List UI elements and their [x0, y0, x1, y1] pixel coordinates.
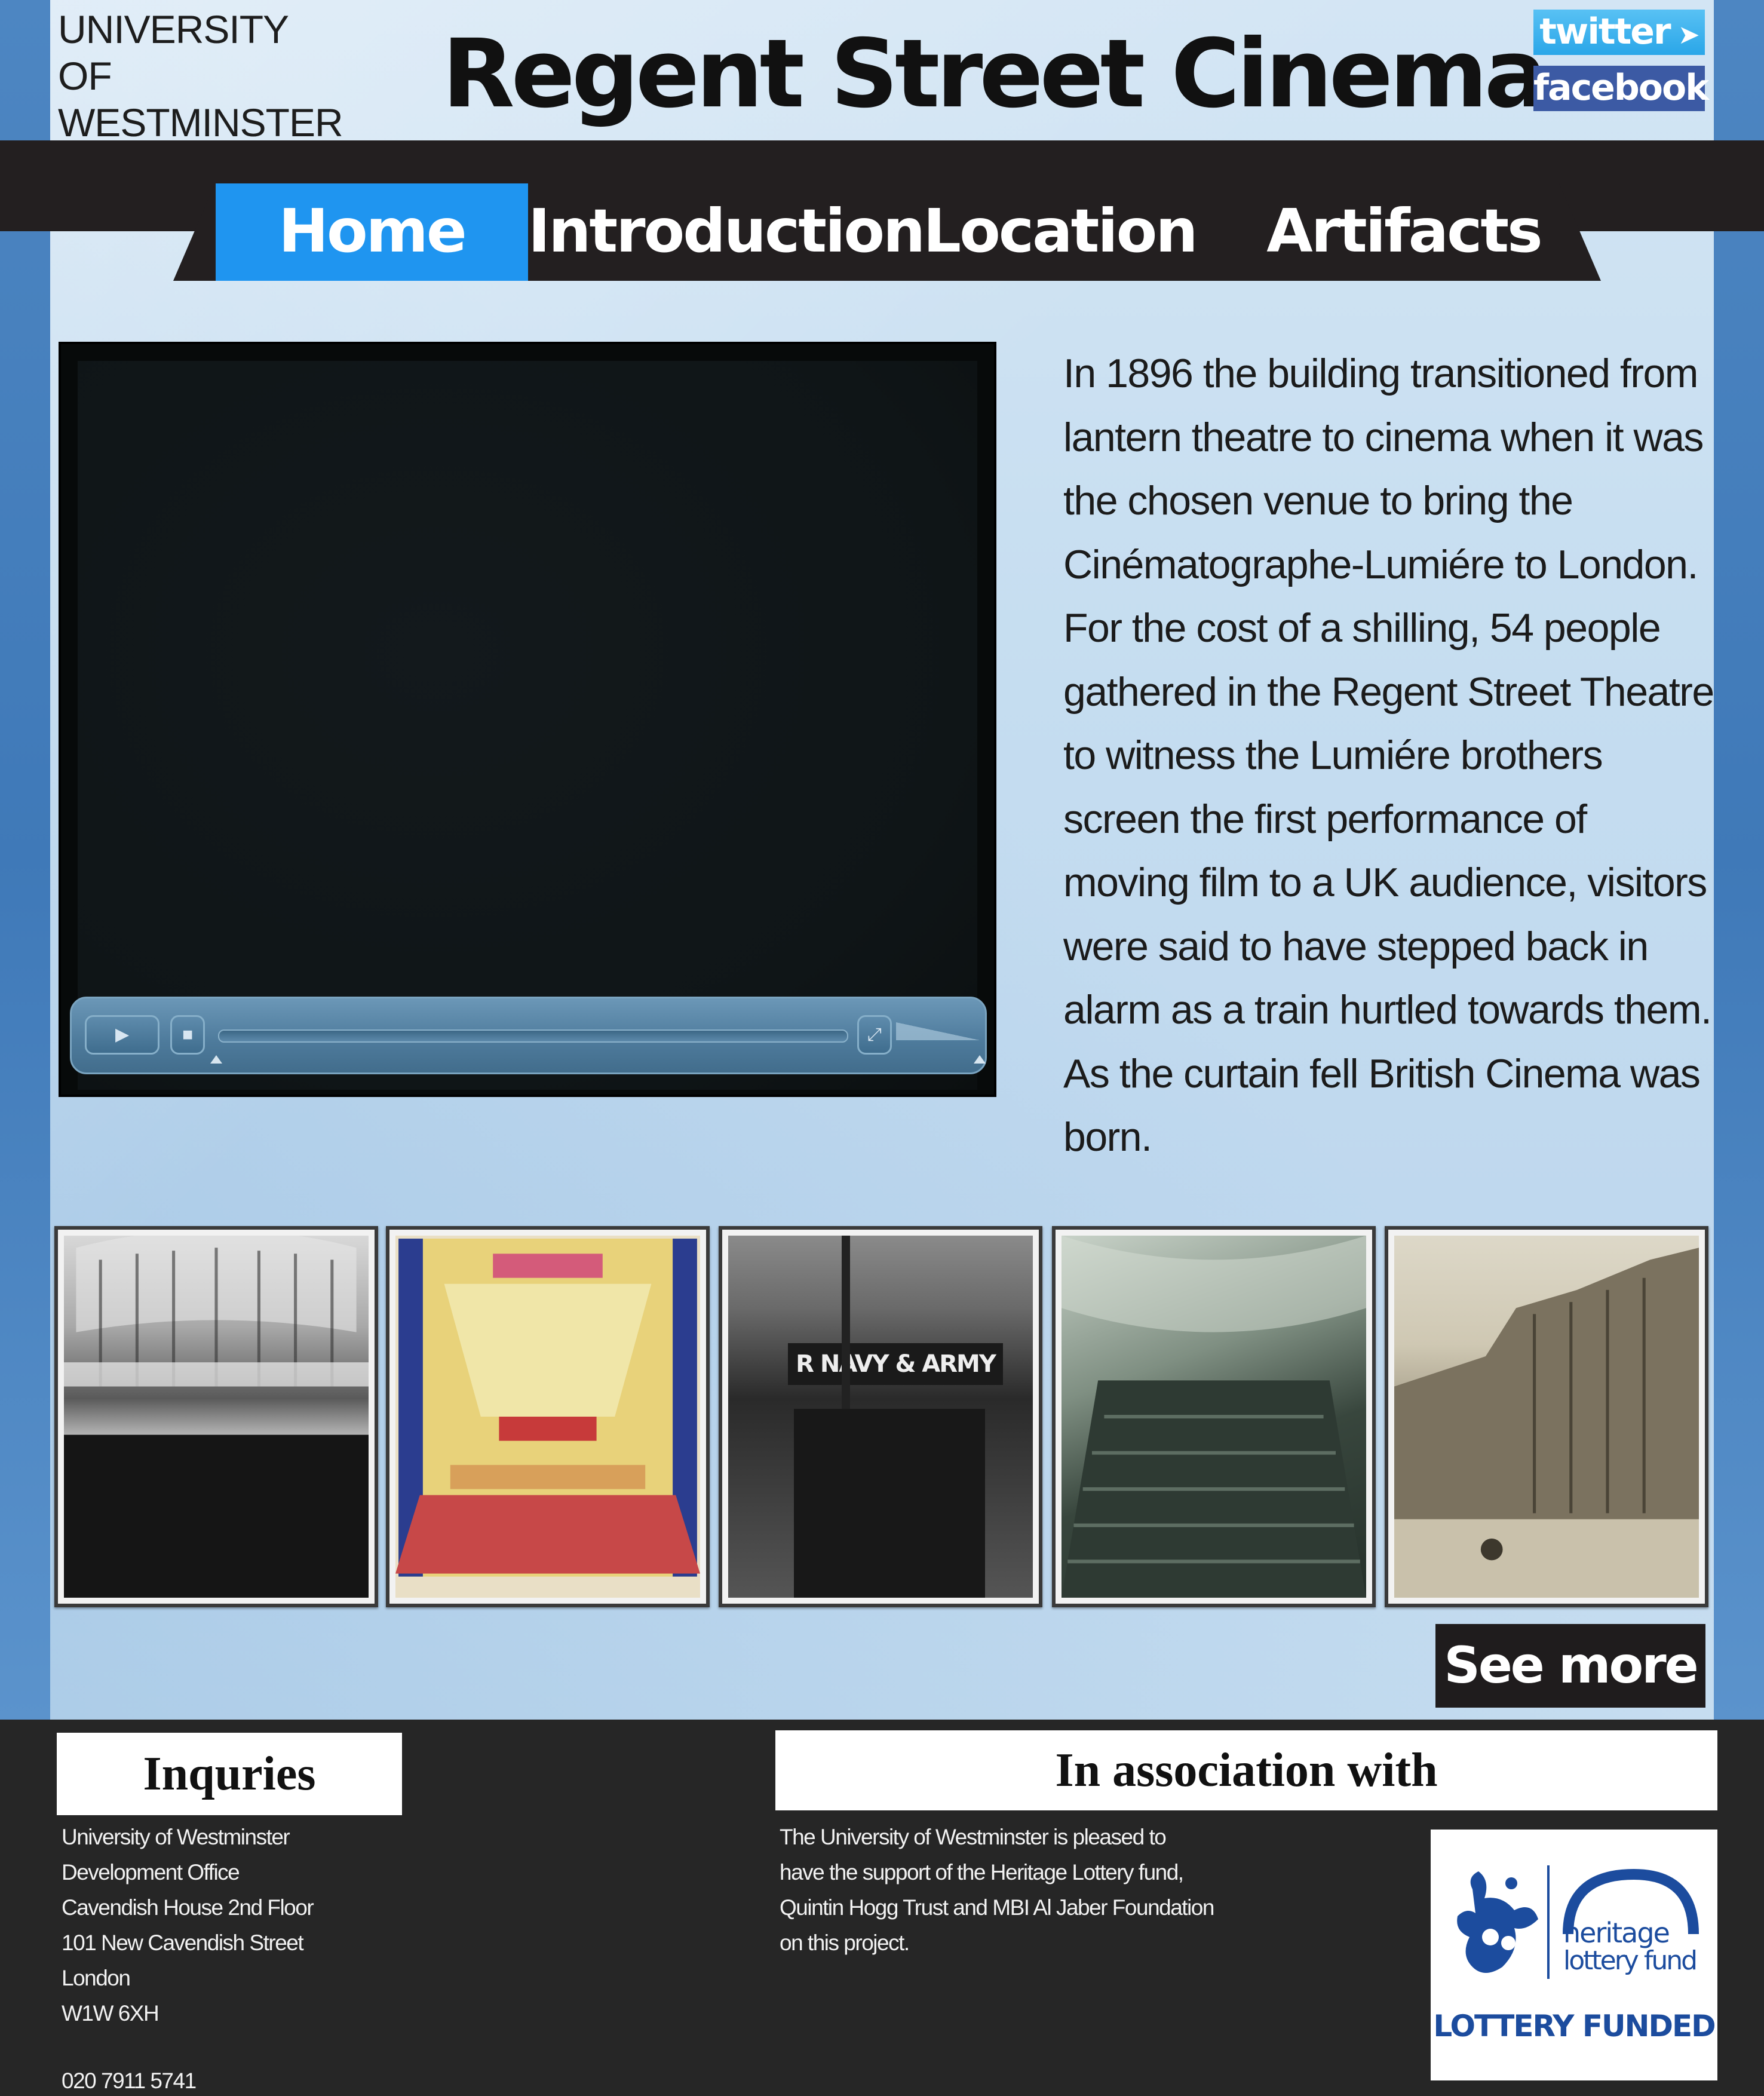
association-text: The University of Westminster is pleased…: [780, 1819, 1407, 1960]
right-border: [1714, 0, 1764, 1720]
photo-image: R NAVY & ARMY: [728, 1236, 1033, 1598]
intro-line: For the cost of a shilling, 54 people: [1063, 605, 1661, 651]
video-screen[interactable]: [78, 361, 977, 1090]
nav-artifacts[interactable]: Artifacts: [1221, 183, 1587, 281]
hlf-word-heritage: heritage: [1563, 1917, 1670, 1949]
illustration-image: [395, 1236, 700, 1598]
association-line: The University of Westminster is pleased…: [780, 1825, 1167, 1849]
play-button[interactable]: ▶: [85, 1015, 159, 1055]
inquiries-title: Inquries: [57, 1733, 402, 1815]
stop-icon: ■: [182, 1025, 194, 1044]
intro-line: Cinématographe-Lumiére to London.: [1063, 541, 1698, 587]
intro-line: were said to have stepped back in: [1063, 923, 1649, 969]
lottery-hand-icon: [1457, 1871, 1538, 1973]
photo-image: [1062, 1236, 1366, 1598]
gallery-photo-navy-army-entrance[interactable]: R NAVY & ARMY: [719, 1226, 1042, 1607]
navy-army-sign: R NAVY & ARMY: [788, 1343, 1003, 1385]
video-controls: ▶ ■ ⤢: [70, 997, 987, 1074]
intro-line: As the curtain fell British Cinema was: [1063, 1050, 1701, 1096]
intro-line: moving film to a UK audience, visitors: [1063, 860, 1707, 905]
volume-marker-icon: [974, 1055, 986, 1064]
address-line: Cavendish House 2nd Floor: [62, 1895, 314, 1920]
photo-image: [1394, 1236, 1699, 1598]
nav-introduction[interactable]: Introduction: [528, 183, 925, 281]
hlf-lottery-funded: LOTTERY FUNDED: [1433, 2009, 1716, 2043]
site-title: Regent Street Cinema: [442, 19, 1548, 129]
hlf-word-lottery-fund: lottery fund: [1563, 1945, 1698, 1976]
address-line: Development Office: [62, 1860, 240, 1884]
stop-button[interactable]: ■: [170, 1015, 205, 1055]
address-line: University of Westminster: [62, 1825, 290, 1849]
twitter-button[interactable]: twitter ➤: [1533, 10, 1705, 55]
association-line: on this project.: [780, 1930, 910, 1955]
twitter-label: twitter: [1539, 11, 1671, 53]
intro-text: In 1896 the building transitioned from l…: [1063, 342, 1714, 1169]
nav-location[interactable]: Location: [898, 183, 1221, 281]
intro-line: alarm as a train hurtled towards them.: [1063, 987, 1712, 1032]
gallery-photo-auditorium-crowd[interactable]: [54, 1226, 378, 1607]
inquiries-phone[interactable]: 020 7911 5741: [62, 2063, 360, 2096]
progress-start-marker-icon: [210, 1055, 222, 1064]
hlf-divider: [1547, 1865, 1550, 1979]
intro-line: the chosen venue to bring the: [1063, 478, 1573, 523]
address-line: London: [62, 1966, 131, 1990]
facebook-button[interactable]: facebook: [1533, 66, 1709, 111]
left-border: [0, 0, 50, 1720]
intro-line: to witness the Lumiére brothers: [1063, 733, 1603, 778]
intro-line: gathered in the Regent Street Theatre: [1063, 669, 1714, 715]
facebook-label: facebook: [1533, 67, 1709, 109]
intro-line: born.: [1063, 1114, 1152, 1160]
fullscreen-icon: ⤢: [867, 1025, 882, 1044]
doorway: [794, 1409, 985, 1598]
address-line: W1W 6XH: [62, 2001, 159, 2025]
heritage-lottery-fund-logo[interactable]: heritage lottery fund LOTTERY FUNDED: [1431, 1830, 1717, 2080]
video-progress-bar[interactable]: [218, 1029, 848, 1043]
gallery-photo-empty-auditorium[interactable]: [1052, 1226, 1376, 1607]
photo-image: [64, 1236, 369, 1598]
association-title: In association with: [775, 1730, 1717, 1810]
association-line: Quintin Hogg Trust and MBI Al Jaber Foun…: [780, 1895, 1214, 1920]
intro-line: lantern theatre to cinema when it was: [1063, 414, 1704, 460]
association-line: have the support of the Heritage Lottery…: [780, 1860, 1184, 1884]
nav-home[interactable]: Home: [216, 183, 528, 281]
fullscreen-button[interactable]: ⤢: [857, 1015, 892, 1055]
volume-slider[interactable]: [896, 1022, 980, 1040]
video-player[interactable]: ▶ ■ ⤢: [59, 342, 996, 1097]
twitter-bird-icon: ➤: [1670, 20, 1700, 50]
intro-line: screen the first performance of: [1063, 796, 1587, 842]
inquiries-address: University of Westminster Development Of…: [62, 1819, 480, 2031]
gallery-illustration-theatre-interior[interactable]: [386, 1226, 710, 1607]
play-icon: ▶: [115, 1025, 130, 1044]
intro-line: In 1896 the building transitioned from: [1063, 351, 1698, 396]
gallery-photo-regent-street[interactable]: [1385, 1226, 1708, 1607]
university-logo-line1: UNIVERSITY OF: [58, 7, 289, 98]
address-line: 101 New Cavendish Street: [62, 1930, 304, 1955]
see-more-button[interactable]: See more >: [1435, 1624, 1705, 1777]
